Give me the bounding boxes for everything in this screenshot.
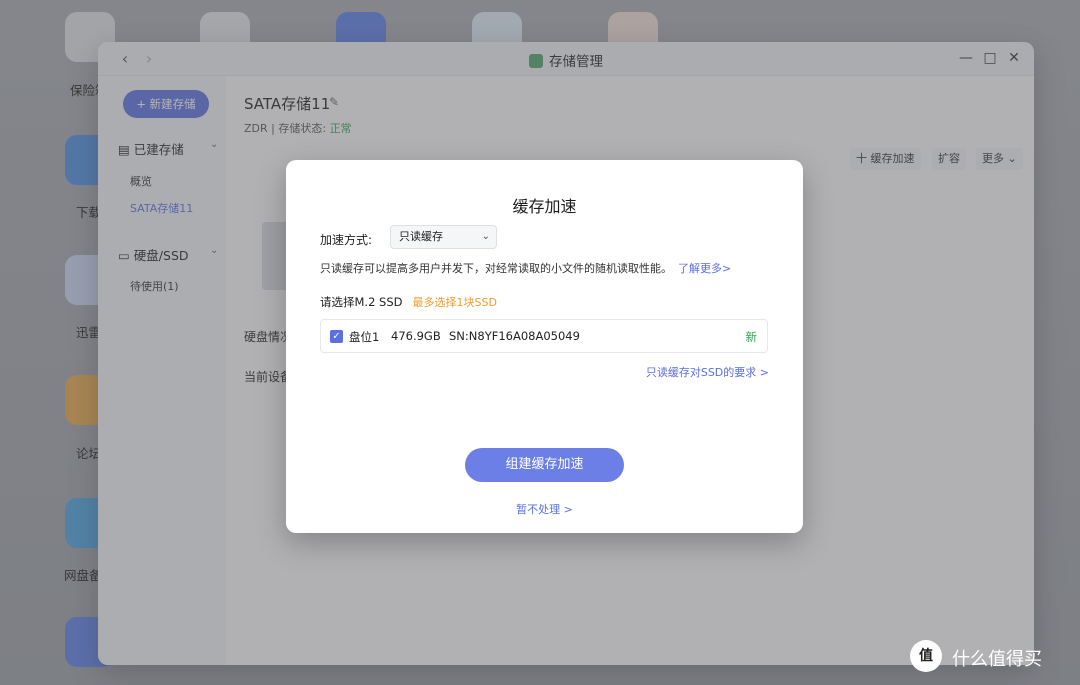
watermark-logo: 值 bbox=[910, 640, 942, 672]
learn-more-link[interactable]: 了解更多> bbox=[678, 262, 731, 275]
mode-label: 加速方式: bbox=[320, 233, 373, 247]
skip-link[interactable]: 暂不处理 > bbox=[286, 501, 803, 517]
ssd-size: 476.9GB bbox=[391, 329, 441, 343]
create-cache-button[interactable]: 组建缓存加速 bbox=[465, 448, 624, 482]
cache-accel-dialog: 缓存加速 加速方式: 只读缓存 ⌄ 只读缓存可以提高多用户并发下，对经常读取的小… bbox=[286, 160, 803, 533]
choose-ssd-label: 请选择M.2 SSD 最多选择1块SSD bbox=[320, 294, 497, 310]
ssd-slot: 盘位1 bbox=[349, 330, 380, 344]
ssd-requirements-link[interactable]: 只读缓存对SSD的要求 > bbox=[646, 364, 769, 380]
dialog-title: 缓存加速 bbox=[512, 197, 577, 216]
description-text: 只读缓存可以提高多用户并发下，对经常读取的小文件的随机读取性能。 bbox=[320, 262, 672, 275]
mode-select-value: 只读缓存 bbox=[399, 230, 443, 243]
watermark-text: 什么值得买 bbox=[952, 649, 1042, 670]
ssd-list-item[interactable]: ✓ 盘位1 476.9GB SN:N8YF16A08A05049 新 bbox=[320, 319, 768, 353]
ssd-new-badge: 新 bbox=[745, 330, 758, 344]
mode-select[interactable]: 只读缓存 ⌄ bbox=[390, 225, 497, 249]
chevron-down-icon: ⌄ bbox=[481, 231, 490, 242]
ssd-serial: SN:N8YF16A08A05049 bbox=[449, 329, 580, 343]
ssd-checkbox[interactable]: ✓ bbox=[330, 330, 343, 343]
choose-hint: 最多选择1块SSD bbox=[412, 296, 497, 309]
mode-description: 只读缓存可以提高多用户并发下，对经常读取的小文件的随机读取性能。 了解更多> bbox=[320, 260, 731, 276]
watermark-logo-text: 值 bbox=[919, 648, 933, 664]
choose-label-text: 请选择M.2 SSD bbox=[320, 295, 403, 309]
